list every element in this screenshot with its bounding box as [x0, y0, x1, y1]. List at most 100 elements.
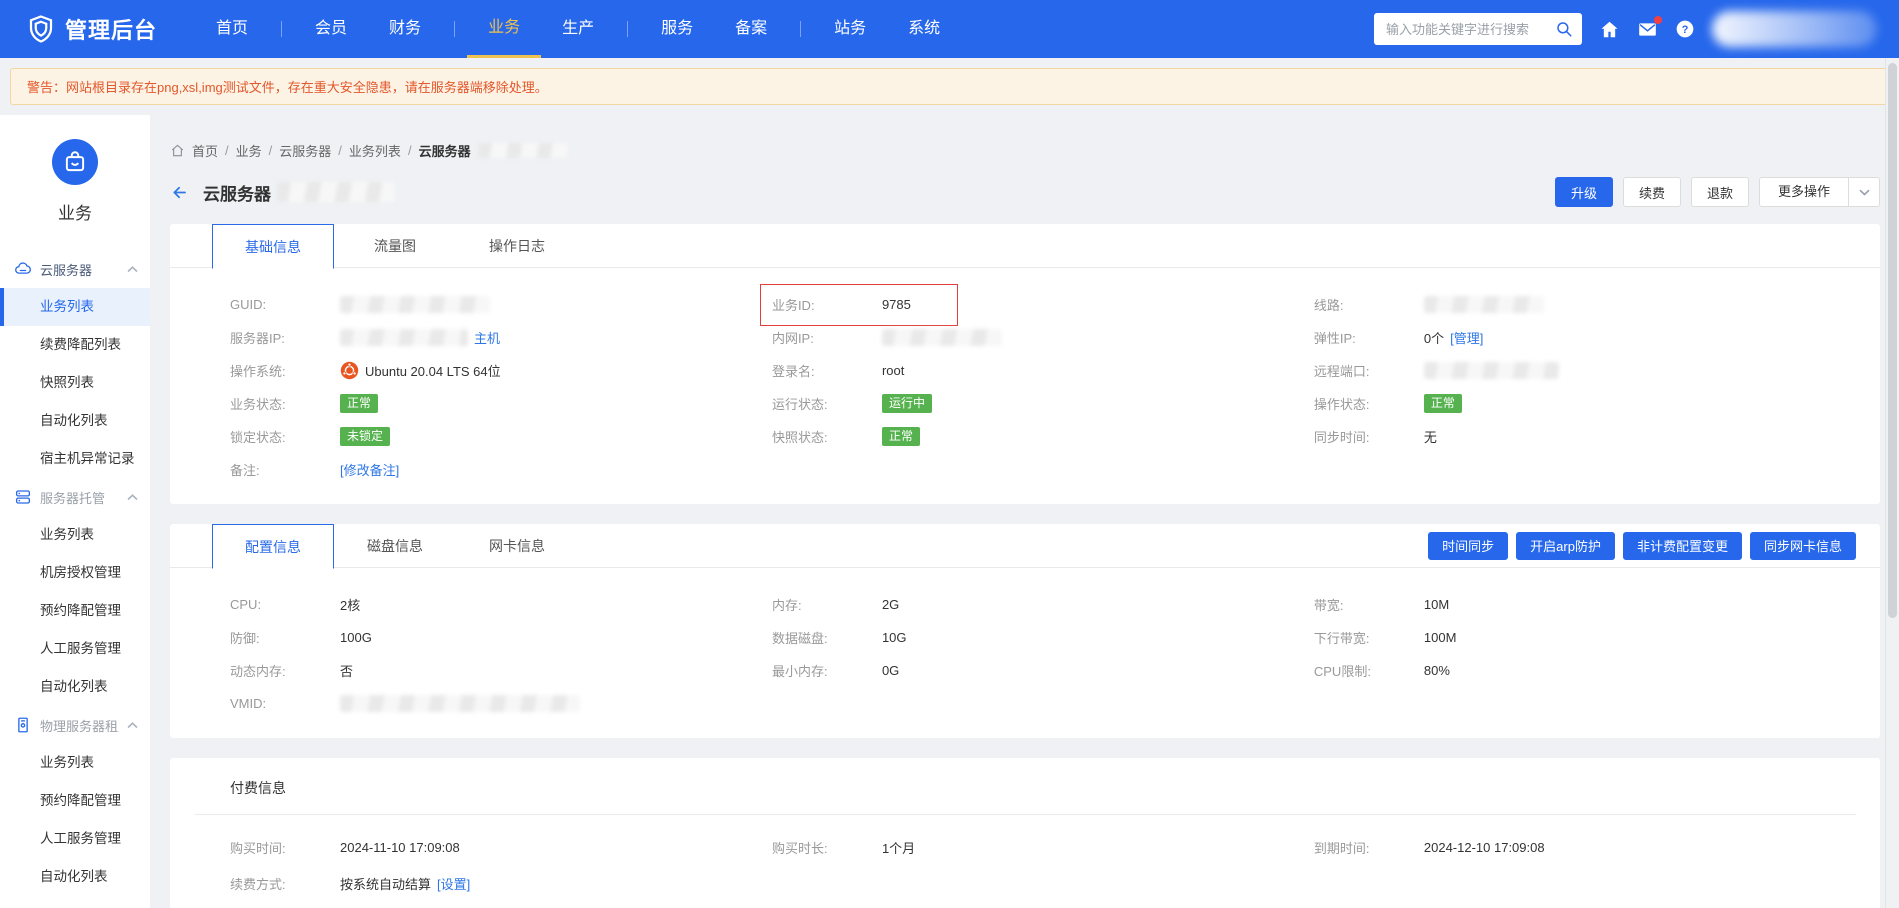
- field-remote-port: 远程端口:: [1314, 354, 1856, 387]
- field-cpu: CPU:2核: [230, 588, 772, 621]
- field-label: 备注:: [230, 460, 340, 479]
- sidebar-item-自动化列表[interactable]: 自动化列表: [0, 858, 150, 896]
- field-value-text: 0个: [1424, 328, 1444, 347]
- nav-item-会员[interactable]: 会员: [294, 0, 368, 58]
- arrow-left-icon: [170, 183, 189, 202]
- title-actions: 升级续费退款更多操作: [1555, 177, 1880, 207]
- breadcrumb-item-云服务器[interactable]: 云服务器: [279, 141, 331, 160]
- back-button[interactable]: [170, 183, 189, 202]
- tab-流量图[interactable]: 流量图: [334, 224, 456, 268]
- sidebar-item-续费降配列表[interactable]: 续费降配列表: [0, 326, 150, 364]
- chevron-down-icon: [1859, 189, 1870, 196]
- nav-item-业务[interactable]: 业务: [467, 0, 541, 58]
- breadcrumb-item-业务[interactable]: 业务: [236, 141, 262, 160]
- sidebar-item-人工服务管理[interactable]: 人工服务管理: [0, 820, 150, 858]
- info-column: 购买时间:2024-11-10 17:09:08续费方式:按系统自动结算[设置]…: [230, 829, 772, 908]
- link-server-ip[interactable]: 主机: [474, 328, 500, 347]
- sidebar-item-预约降配管理[interactable]: 预约降配管理: [0, 782, 150, 820]
- nav-item-备案[interactable]: 备案: [714, 0, 788, 58]
- basic-tabs: 基础信息流量图操作日志: [212, 224, 578, 268]
- sidebar-item-机房授权管理[interactable]: 机房授权管理: [0, 554, 150, 592]
- tab-磁盘信息[interactable]: 磁盘信息: [334, 524, 456, 568]
- config-button-同步网卡信息[interactable]: 同步网卡信息: [1750, 532, 1856, 560]
- home-sm-icon: [170, 143, 185, 158]
- sidebar-item-宿主机异常记录[interactable]: 宿主机异常记录: [0, 440, 150, 478]
- sidebar-item-自动化列表[interactable]: 自动化列表: [0, 668, 150, 706]
- app-logo[interactable]: 管理后台: [26, 13, 157, 45]
- sidebar-item-快照列表[interactable]: 快照列表: [0, 364, 150, 402]
- tab-基础信息[interactable]: 基础信息: [212, 224, 334, 269]
- briefcase-icon: [62, 149, 88, 175]
- nav-item-生产[interactable]: 生产: [541, 0, 615, 58]
- info-column: 内存:2G数据磁盘:10G最小内存:0G: [772, 588, 1314, 720]
- breadcrumb-item-首页[interactable]: 首页: [192, 141, 218, 160]
- nav-item-首页[interactable]: 首页: [195, 0, 269, 58]
- sidebar-item-业务列表[interactable]: 业务列表: [0, 516, 150, 554]
- link-remark[interactable]: [修改备注]: [340, 460, 399, 479]
- basic-info-card: 基础信息流量图操作日志 GUID:服务器IP:主机操作系统:Ubuntu 20.…: [170, 224, 1880, 504]
- field-bandwidth: 带宽:10M: [1314, 588, 1856, 621]
- sidebar-section-truncated[interactable]: [0, 896, 150, 908]
- link-elastic-ip[interactable]: [管理]: [1450, 328, 1483, 347]
- mail-icon[interactable]: [1637, 19, 1658, 40]
- breadcrumb-item-业务列表[interactable]: 业务列表: [349, 141, 401, 160]
- sidebar-item-业务列表[interactable]: 业务列表: [0, 288, 150, 326]
- nav-item-系统[interactable]: 系统: [887, 0, 961, 58]
- nav-search[interactable]: [1374, 13, 1582, 45]
- hosting-icon: [14, 488, 32, 506]
- tab-网卡信息[interactable]: 网卡信息: [456, 524, 578, 568]
- page-scrollbar[interactable]: [1885, 58, 1899, 908]
- sidebar-item-预约降配管理[interactable]: 预约降配管理: [0, 592, 150, 630]
- status-badge: 正常: [1424, 394, 1462, 413]
- help-icon[interactable]: ?: [1675, 19, 1695, 39]
- field-label: 业务状态:: [230, 394, 340, 413]
- sidebar-module-title: 业务: [0, 199, 150, 224]
- field-label: 快照状态:: [772, 427, 882, 446]
- field-label: 内存:: [772, 595, 882, 614]
- field-label: 登录名:: [772, 361, 882, 380]
- search-icon[interactable]: [1555, 20, 1573, 38]
- avatar[interactable]: [1712, 11, 1877, 47]
- action-button-续费[interactable]: 续费: [1623, 177, 1681, 207]
- scrollbar-thumb[interactable]: [1888, 63, 1897, 618]
- field-vmid: VMID:: [230, 687, 772, 720]
- config-button-非计费配置变更[interactable]: 非计费配置变更: [1623, 532, 1742, 560]
- action-button-更多操作[interactable]: 更多操作: [1759, 177, 1880, 207]
- sidebar-item-人工服务管理[interactable]: 人工服务管理: [0, 630, 150, 668]
- page-title-text: 云服务器: [203, 180, 271, 205]
- action-button-升级[interactable]: 升级: [1555, 177, 1613, 207]
- field-label: 同步时间:: [1314, 427, 1424, 446]
- nav-item-站务[interactable]: 站务: [813, 0, 887, 58]
- sidebar-item-业务列表[interactable]: 业务列表: [0, 744, 150, 782]
- business-module-icon[interactable]: [52, 139, 98, 185]
- basic-tabs-row: 基础信息流量图操作日志: [170, 224, 1880, 268]
- field-renew-method: 续费方式:按系统自动结算[设置]: [230, 865, 772, 901]
- payment-info-card: 付费信息 购买时间:2024-11-10 17:09:08续费方式:按系统自动结…: [170, 758, 1880, 908]
- dropdown-label: 更多操作: [1760, 178, 1848, 206]
- config-button-开启arp防护[interactable]: 开启arp防护: [1516, 532, 1615, 560]
- help-glyph-icon: ?: [1675, 19, 1695, 39]
- sidebar-item-自动化列表[interactable]: 自动化列表: [0, 402, 150, 440]
- field-cpu-limit: CPU限制:80%: [1314, 654, 1856, 687]
- tab-操作日志[interactable]: 操作日志: [456, 224, 578, 268]
- nav-item-财务[interactable]: 财务: [368, 0, 442, 58]
- search-input[interactable]: [1386, 22, 1555, 37]
- dropdown-caret[interactable]: [1849, 189, 1879, 196]
- breadcrumb-separator: /: [408, 143, 412, 158]
- sidebar-section-服务器托管[interactable]: 服务器托管: [0, 478, 150, 516]
- config-button-时间同步[interactable]: 时间同步: [1428, 532, 1508, 560]
- sidebar-section-物理服务器租用[interactable]: 物理服务器租用: [0, 706, 150, 744]
- field-value: [882, 329, 1002, 346]
- field-purchase-duration: 购买时长:1个月: [772, 829, 1314, 865]
- field-value: 未锁定: [340, 427, 390, 446]
- sidebar-section-云服务器[interactable]: 云服务器: [0, 250, 150, 288]
- home-icon[interactable]: [1599, 19, 1620, 40]
- app-logo-text: 管理后台: [65, 13, 157, 45]
- action-button-退款[interactable]: 退款: [1691, 177, 1749, 207]
- field-value: 主机: [340, 328, 500, 347]
- field-label: 购买时长:: [772, 838, 882, 857]
- tab-配置信息[interactable]: 配置信息: [212, 524, 334, 569]
- section-label: 物理服务器租用: [40, 716, 119, 735]
- link-renew-method[interactable]: [设置]: [437, 874, 470, 893]
- nav-item-服务[interactable]: 服务: [640, 0, 714, 58]
